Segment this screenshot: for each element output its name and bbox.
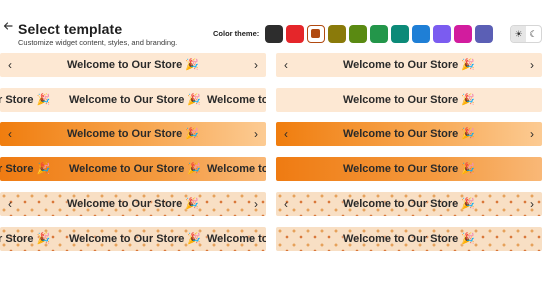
swatch-green[interactable] [370, 25, 388, 43]
swatch-magenta[interactable] [454, 25, 472, 43]
template-light-slider[interactable]: ‹ Welcome to Our Store 🎉 › [0, 53, 266, 77]
template-gradient-slider-alt[interactable]: ‹ Welcome to Our Store 🎉 › [276, 122, 542, 146]
template-gradient-marquee[interactable]: r Store 🎉 Welcome to Our Store 🎉 Welcome… [0, 157, 266, 181]
banner-text: Welcome to Our Store 🎉 [342, 128, 476, 140]
swatch-teal[interactable] [391, 25, 409, 43]
template-pattern-slider-alt[interactable]: ‹ Welcome to Our Store 🎉 › [276, 192, 542, 216]
swatch-lime[interactable] [349, 25, 367, 43]
banner-text: Welcome to Our Store 🎉 [342, 163, 476, 175]
header: Select template Customize widget content… [0, 0, 542, 52]
swatch-purple[interactable] [433, 25, 451, 43]
next-arrow-icon[interactable]: › [254, 122, 258, 146]
banner-text: Welcome to Our Store 🎉 [69, 233, 202, 245]
banner-text: Welcome to Our Store 🎉 [66, 59, 200, 71]
banner-text-fragment: Welcome to [207, 233, 266, 245]
next-arrow-icon[interactable]: › [530, 122, 534, 146]
banner-text: Welcome to Our Store 🎉 [69, 163, 202, 175]
next-arrow-icon[interactable]: › [254, 53, 258, 77]
banner-text: Welcome to Our Store 🎉 [342, 233, 476, 245]
next-arrow-icon[interactable]: › [530, 192, 534, 216]
banner-text-fragment: r Store 🎉 [0, 163, 51, 175]
banner-text: Welcome to Our Store 🎉 [66, 128, 200, 140]
next-arrow-icon[interactable]: › [254, 192, 258, 216]
banner-text-fragment: r Store 🎉 [0, 94, 51, 106]
page-subtitle: Customize widget content, styles, and br… [18, 38, 178, 47]
template-light-marquee[interactable]: r Store 🎉 Welcome to Our Store 🎉 Welcome… [0, 88, 266, 112]
moon-icon[interactable]: ☾ [526, 26, 541, 42]
swatch-orange-selected[interactable] [307, 25, 325, 43]
swatch-red[interactable] [286, 25, 304, 43]
banner-text: Welcome to Our Store 🎉 [342, 59, 476, 71]
banner-text-fragment: Welcome to [207, 163, 266, 175]
banner-text-fragment: r Store 🎉 [0, 233, 51, 245]
color-theme-label: Color theme: [213, 29, 260, 38]
sun-icon[interactable]: ☀ [511, 26, 526, 42]
banner-text-fragment: Welcome to [207, 94, 266, 106]
template-light-static[interactable]: Welcome to Our Store 🎉 [276, 88, 542, 112]
swatch-olive[interactable] [328, 25, 346, 43]
swatch-blue[interactable] [412, 25, 430, 43]
template-gradient-static[interactable]: Welcome to Our Store 🎉 [276, 157, 542, 181]
color-swatch-group [265, 25, 493, 43]
next-arrow-icon[interactable]: › [530, 53, 534, 77]
page-title: Select template [18, 21, 123, 37]
back-arrow-icon[interactable] [2, 20, 14, 32]
swatch-indigo[interactable] [475, 25, 493, 43]
template-pattern-slider[interactable]: ‹ Welcome to Our Store 🎉 › [0, 192, 266, 216]
banner-text: Welcome to Our Store 🎉 [66, 198, 200, 210]
banner-text: Welcome to Our Store 🎉 [342, 198, 476, 210]
template-gradient-slider[interactable]: ‹ Welcome to Our Store 🎉 › [0, 122, 266, 146]
template-light-slider-alt[interactable]: ‹ Welcome to Our Store 🎉 › [276, 53, 542, 77]
mode-toggle: ☀ ☾ [510, 25, 542, 43]
swatch-dark[interactable] [265, 25, 283, 43]
template-pattern-static[interactable]: Welcome to Our Store 🎉 [276, 227, 542, 251]
banner-text: Welcome to Our Store 🎉 [69, 94, 202, 106]
template-pattern-marquee[interactable]: r Store 🎉 Welcome to Our Store 🎉 Welcome… [0, 227, 266, 251]
banner-text: Welcome to Our Store 🎉 [342, 94, 476, 106]
